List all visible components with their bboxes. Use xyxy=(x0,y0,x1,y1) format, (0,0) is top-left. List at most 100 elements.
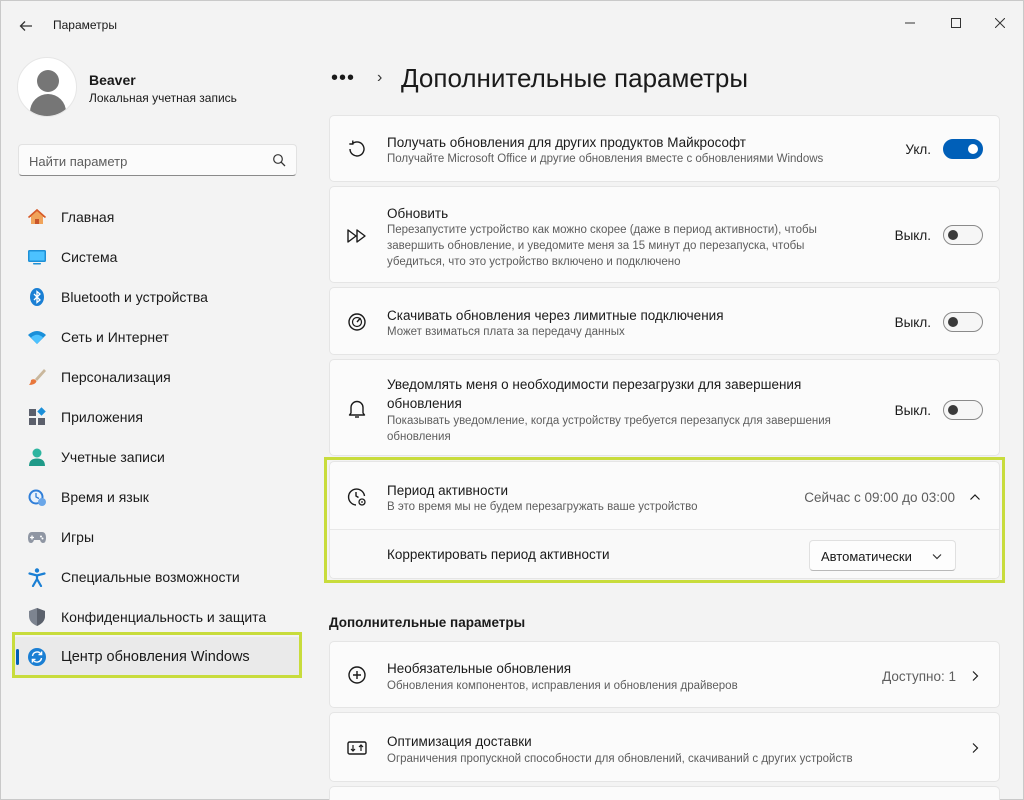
clock-gear-icon xyxy=(347,488,366,506)
sidebar-item-home[interactable]: Главная xyxy=(13,197,301,237)
section-title: Дополнительные параметры xyxy=(329,615,526,630)
search-icon[interactable] xyxy=(272,153,286,167)
settings-window: Параметры Beaver Локальная учетная запис… xyxy=(0,0,1024,800)
sidebar-item-label: Специальные возможности xyxy=(61,569,240,585)
plus-circle-icon xyxy=(348,666,366,684)
setting-title: Обновить xyxy=(387,206,449,221)
active-hours-expander: Период активности В это время мы не буде… xyxy=(329,461,1000,579)
setting-other-products[interactable]: Получать обновления для других продуктов… xyxy=(329,115,1000,182)
setting-title: Скачивать обновления через лимитные подк… xyxy=(387,308,724,323)
close-button[interactable] xyxy=(977,9,1023,37)
setting-subtitle-line: завершить обновление, и уведомите меня з… xyxy=(387,240,805,252)
avatar xyxy=(17,57,77,117)
setting-subtitle-line: Показывать уведомление, когда устройству… xyxy=(387,415,831,427)
setting-title-line: обновления xyxy=(387,396,462,411)
setting-subtitle: Получайте Microsoft Office и другие обно… xyxy=(387,153,824,165)
title-bar: Параметры xyxy=(1,1,1023,49)
chevron-up-icon[interactable] xyxy=(969,491,981,503)
toggle-state-label: Выкл. xyxy=(894,228,931,243)
sidebar-nav: Главная Система Bluetooth и устройства С… xyxy=(13,197,301,677)
next-item-partial[interactable] xyxy=(329,786,1000,800)
bluetooth-icon xyxy=(30,288,44,306)
accessibility-icon xyxy=(28,568,46,587)
active-hours-header[interactable]: Период активности В это время мы не буде… xyxy=(330,462,999,529)
shield-icon xyxy=(29,608,45,626)
user-profile[interactable]: Beaver Локальная учетная запись xyxy=(17,57,307,119)
sidebar-item-network[interactable]: Сеть и Интернет xyxy=(13,317,301,357)
setting-title-line: Уведомлять меня о необходимости перезагр… xyxy=(387,377,802,392)
sidebar-item-label: Система xyxy=(61,249,118,265)
sidebar-item-accounts[interactable]: Учетные записи xyxy=(13,437,301,477)
accounts-icon xyxy=(29,448,45,466)
item-subtitle: Обновления компонентов, исправления и об… xyxy=(387,680,738,692)
active-hours-adjust-dropdown[interactable]: Автоматически xyxy=(809,540,956,571)
app-title: Параметры xyxy=(53,18,117,32)
windows-update-icon xyxy=(28,648,46,666)
toggle-other-products[interactable] xyxy=(943,139,983,159)
fast-forward-icon xyxy=(347,229,366,243)
sidebar-item-label: Время и язык xyxy=(61,489,149,505)
optional-updates-item[interactable]: Необязательные обновления Обновления ком… xyxy=(329,641,1000,708)
profile-name: Beaver xyxy=(89,72,136,88)
apps-icon xyxy=(29,407,46,425)
breadcrumb-separator: › xyxy=(377,69,383,86)
sidebar-item-label: Конфиденциальность и защита xyxy=(61,609,267,625)
setting-subtitle: Может взиматься плата за передачу данных xyxy=(387,326,625,338)
gamepad-icon xyxy=(28,532,46,543)
sidebar-item-accessibility[interactable]: Специальные возможности xyxy=(13,557,301,597)
toggle-state-label: Выкл. xyxy=(894,315,931,330)
page-title: Дополнительные параметры xyxy=(401,62,749,93)
arrow-left-icon xyxy=(19,21,32,31)
sidebar-item-apps[interactable]: Приложения xyxy=(13,397,301,437)
sidebar-item-bluetooth[interactable]: Bluetooth и устройства xyxy=(13,277,301,317)
time-language-icon xyxy=(28,489,46,506)
maximize-icon xyxy=(951,18,961,28)
active-hours-subtitle: В это время мы не будем перезагружать ва… xyxy=(387,501,698,513)
close-icon xyxy=(995,18,1005,28)
brush-icon xyxy=(29,369,46,385)
wifi-icon xyxy=(28,331,46,344)
toggle-restart-notification[interactable] xyxy=(943,400,983,420)
item-title: Оптимизация доставки xyxy=(387,734,532,749)
sidebar-item-privacy[interactable]: Конфиденциальность и защита xyxy=(13,597,301,637)
item-subtitle: Ограничения пропускной способности для о… xyxy=(387,753,853,765)
back-button[interactable] xyxy=(13,13,39,39)
chevron-down-icon xyxy=(932,554,942,560)
sidebar-item-label: Учетные записи xyxy=(61,449,165,465)
breadcrumb: ••• › Дополнительные параметры xyxy=(331,61,748,95)
system-icon xyxy=(28,250,46,265)
optional-updates-badge: Доступно: 1 xyxy=(882,669,956,684)
active-indicator xyxy=(16,649,19,665)
sidebar-item-label: Центр обновления Windows xyxy=(61,649,250,665)
sidebar-item-label: Сеть и Интернет xyxy=(61,329,169,345)
sidebar-item-system[interactable]: Система xyxy=(13,237,301,277)
toggle-state-label: Укл. xyxy=(905,142,931,157)
toggle-restart-asap[interactable] xyxy=(943,225,983,245)
speedometer-icon xyxy=(348,313,366,331)
sidebar-item-label: Приложения xyxy=(61,409,143,425)
active-hours-adjust-row: Корректировать период активности Автомат… xyxy=(330,530,999,578)
setting-restart-asap[interactable]: Обновить Перезапустите устройство как мо… xyxy=(329,186,1000,283)
breadcrumb-overflow[interactable]: ••• xyxy=(331,67,363,90)
setting-restart-notification[interactable]: Уведомлять меня о необходимости перезагр… xyxy=(329,359,1000,456)
sidebar-item-windows-update[interactable]: Центр обновления Windows xyxy=(13,637,301,677)
minimize-button[interactable] xyxy=(887,9,933,37)
toggle-metered-downloads[interactable] xyxy=(943,312,983,332)
sidebar-item-label: Персонализация xyxy=(61,369,171,385)
delivery-optimization-item[interactable]: Оптимизация доставки Ограничения пропуск… xyxy=(329,712,1000,782)
setting-subtitle-line: убедиться, что это устройство включено и… xyxy=(387,256,681,268)
chevron-right-icon xyxy=(972,671,979,681)
search-box[interactable] xyxy=(18,144,297,176)
home-icon xyxy=(27,208,47,224)
maximize-button[interactable] xyxy=(933,9,979,37)
minimize-icon xyxy=(905,22,915,24)
setting-title: Получать обновления для других продуктов… xyxy=(387,135,746,150)
sidebar-item-label: Bluetooth и устройства xyxy=(61,289,208,305)
active-hours-summary: Сейчас с 09:00 до 03:00 xyxy=(804,490,955,505)
sidebar-item-gaming[interactable]: Игры xyxy=(13,517,301,557)
setting-subtitle-line: обновления xyxy=(387,431,451,443)
search-input[interactable] xyxy=(29,151,264,171)
sidebar-item-time-language[interactable]: Время и язык xyxy=(13,477,301,517)
sidebar-item-personalization[interactable]: Персонализация xyxy=(13,357,301,397)
setting-metered-downloads[interactable]: Скачивать обновления через лимитные подк… xyxy=(329,287,1000,355)
